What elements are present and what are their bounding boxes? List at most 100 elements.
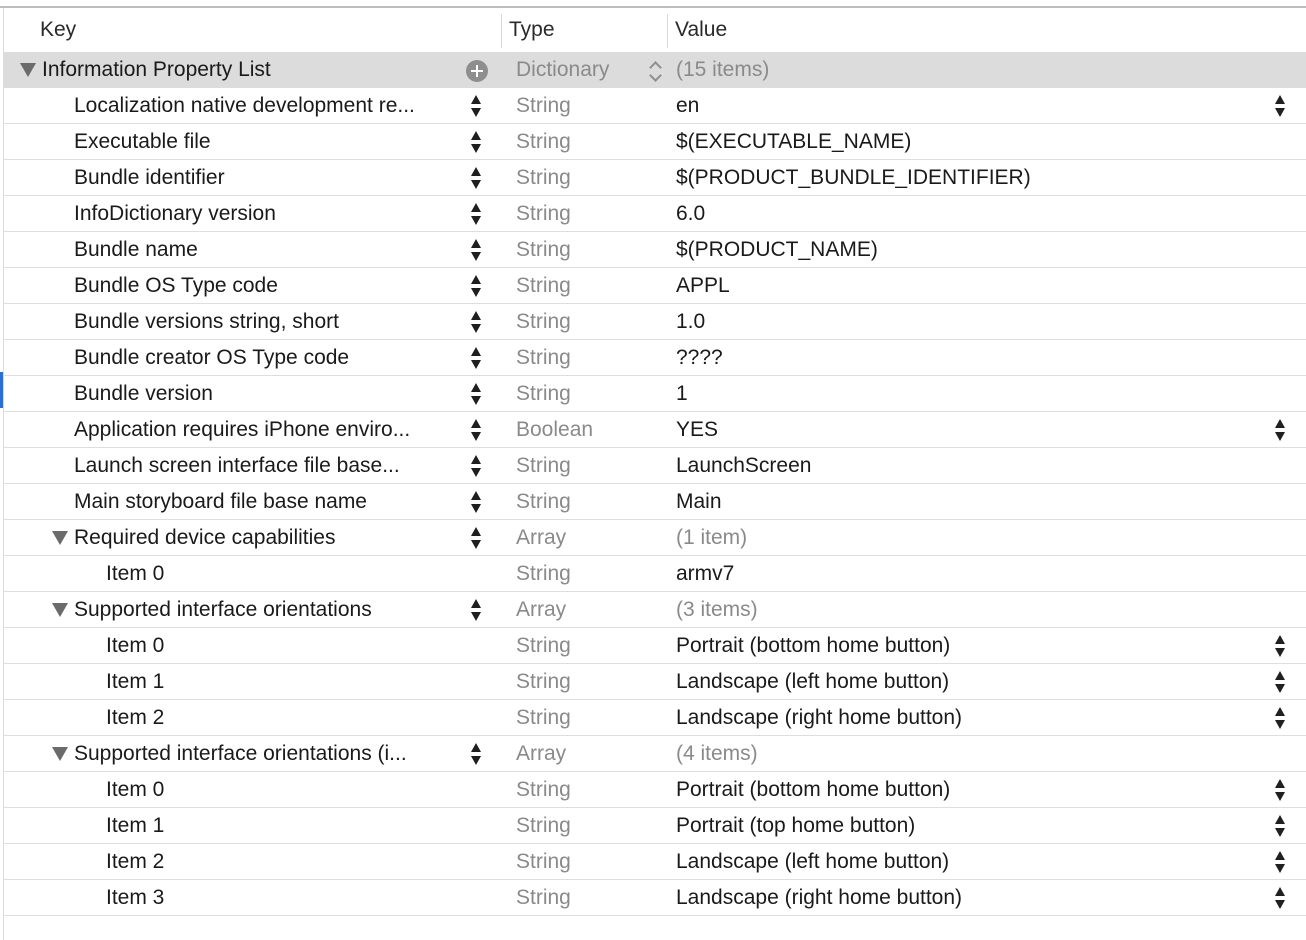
key-stepper-icon[interactable] (470, 381, 482, 407)
property-key[interactable]: Supported interface orientations (74, 598, 372, 622)
property-key[interactable]: Executable file (74, 130, 211, 154)
property-key[interactable]: Bundle creator OS Type code (74, 346, 349, 370)
property-row[interactable]: Supported interface orientations Array (3 … (4, 592, 1306, 628)
property-value[interactable]: $(PRODUCT_BUNDLE_IDENTIFIER) (676, 166, 1031, 190)
property-key[interactable]: Required device capabilities (74, 526, 336, 550)
property-type[interactable]: String (516, 94, 571, 118)
property-type[interactable]: String (516, 130, 571, 154)
property-value[interactable]: Landscape (left home button) (676, 670, 949, 694)
property-key[interactable]: Item 3 (106, 886, 164, 910)
property-value[interactable]: LaunchScreen (676, 454, 811, 478)
property-row[interactable]: Application requires iPhone enviro... Boo… (4, 412, 1306, 448)
value-stepper-icon[interactable] (1274, 849, 1286, 875)
property-value[interactable]: YES (676, 418, 718, 442)
property-type[interactable]: String (516, 706, 571, 730)
property-type[interactable]: String (516, 850, 571, 874)
property-value[interactable]: Portrait (bottom home button) (676, 778, 950, 802)
property-type[interactable]: String (516, 670, 571, 694)
value-stepper-icon[interactable] (1274, 885, 1286, 911)
property-type[interactable]: String (516, 202, 571, 226)
property-key[interactable]: Launch screen interface file base... (74, 454, 400, 478)
property-key[interactable]: Item 0 (106, 778, 164, 802)
property-type[interactable]: String (516, 778, 571, 802)
key-stepper-icon[interactable] (470, 453, 482, 479)
value-stepper-icon[interactable] (1274, 669, 1286, 695)
property-key[interactable]: Bundle versions string, short (74, 310, 339, 334)
property-value[interactable]: Portrait (bottom home button) (676, 634, 950, 658)
key-stepper-icon[interactable] (470, 597, 482, 623)
value-column-header[interactable]: Value (675, 18, 727, 42)
key-stepper-icon[interactable] (470, 309, 482, 335)
property-row[interactable]: Bundle OS Type code String APPL (4, 268, 1306, 304)
key-stepper-icon[interactable] (470, 165, 482, 191)
key-stepper-icon[interactable] (470, 129, 482, 155)
property-row[interactable]: Item 2 String Landscape (right home button… (4, 700, 1306, 736)
property-value[interactable]: Landscape (right home button) (676, 886, 962, 910)
property-value[interactable]: Main (676, 490, 722, 514)
property-key[interactable]: Bundle version (74, 382, 213, 406)
property-key[interactable]: Bundle identifier (74, 166, 225, 190)
disclosure-triangle-icon[interactable] (52, 603, 68, 617)
property-type[interactable]: String (516, 886, 571, 910)
property-key[interactable]: Bundle OS Type code (74, 274, 278, 298)
property-value[interactable]: Landscape (right home button) (676, 706, 962, 730)
value-stepper-icon[interactable] (1274, 705, 1286, 731)
property-row[interactable]: Bundle name String $(PRODUCT_NAME) (4, 232, 1306, 268)
column-divider[interactable] (667, 14, 668, 48)
disclosure-triangle-icon[interactable] (52, 747, 68, 761)
property-value[interactable]: Landscape (left home button) (676, 850, 949, 874)
property-type[interactable]: String (516, 814, 571, 838)
property-row[interactable]: Bundle identifier String $(PRODUCT_BUNDLE_… (4, 160, 1306, 196)
property-key[interactable]: Item 2 (106, 850, 164, 874)
key-stepper-icon[interactable] (470, 417, 482, 443)
property-key[interactable]: Item 0 (106, 634, 164, 658)
property-row[interactable]: Localization native development re... Str… (4, 88, 1306, 124)
property-value[interactable]: 1.0 (676, 310, 705, 334)
root-row[interactable]: Information Property List Dictionary (15… (4, 52, 1306, 88)
property-row[interactable]: Item 0 String Portrait (bottom home button… (4, 772, 1306, 808)
value-stepper-icon[interactable] (1274, 633, 1286, 659)
property-row[interactable]: Item 0 String armv7 (4, 556, 1306, 592)
key-stepper-icon[interactable] (470, 489, 482, 515)
property-row[interactable]: Required device capabilities Array (1 item… (4, 520, 1306, 556)
value-stepper-icon[interactable] (1274, 813, 1286, 839)
property-value[interactable]: en (676, 94, 699, 118)
value-stepper-icon[interactable] (1274, 417, 1286, 443)
property-key[interactable]: Item 0 (106, 562, 164, 586)
key-stepper-icon[interactable] (470, 273, 482, 299)
property-key[interactable]: Item 1 (106, 670, 164, 694)
disclosure-triangle-icon[interactable] (52, 531, 68, 545)
value-stepper-icon[interactable] (1274, 777, 1286, 803)
property-key[interactable]: Item 2 (106, 706, 164, 730)
property-type[interactable]: String (516, 274, 571, 298)
property-row[interactable]: InfoDictionary version String 6.0 (4, 196, 1306, 232)
property-type[interactable]: String (516, 634, 571, 658)
property-type[interactable]: String (516, 382, 571, 406)
property-key[interactable]: Application requires iPhone enviro... (74, 418, 410, 442)
property-row[interactable]: Bundle versions string, short String 1.0 (4, 304, 1306, 340)
property-key[interactable]: Bundle name (74, 238, 198, 262)
property-type[interactable]: String (516, 490, 571, 514)
property-row[interactable]: Item 3 String Landscape (right home button… (4, 880, 1306, 916)
property-type[interactable]: Array (516, 526, 566, 550)
type-column-header[interactable]: Type (509, 18, 555, 42)
property-row[interactable]: Item 1 String Portrait (top home button) (4, 808, 1306, 844)
property-key[interactable]: Main storyboard file base name (74, 490, 367, 514)
property-value[interactable]: APPL (676, 274, 730, 298)
disclosure-triangle-icon[interactable] (20, 63, 36, 77)
key-stepper-icon[interactable] (470, 345, 482, 371)
property-row[interactable]: Bundle version String 1 (4, 376, 1306, 412)
property-type[interactable]: String (516, 346, 571, 370)
key-column-header[interactable]: Key (40, 18, 76, 42)
property-row[interactable]: Item 0 String Portrait (bottom home button… (4, 628, 1306, 664)
property-value[interactable]: ???? (676, 346, 723, 370)
property-key[interactable]: Supported interface orientations (i... (74, 742, 407, 766)
property-key[interactable]: Localization native development re... (74, 94, 415, 118)
property-row[interactable]: Executable file String $(EXECUTABLE_NAME) (4, 124, 1306, 160)
key-stepper-icon[interactable] (470, 201, 482, 227)
property-type[interactable]: String (516, 454, 571, 478)
property-row[interactable]: Bundle creator OS Type code String???? (4, 340, 1306, 376)
key-stepper-icon[interactable] (470, 93, 482, 119)
property-type[interactable]: String (516, 310, 571, 334)
property-value[interactable]: Portrait (top home button) (676, 814, 915, 838)
